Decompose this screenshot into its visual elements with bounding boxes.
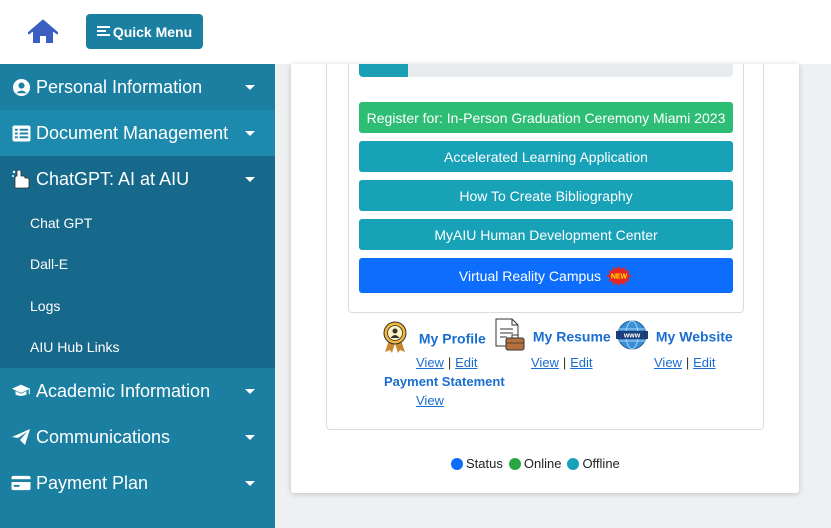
my-resume-block: My Resume [493,318,611,355]
caret-down-icon [245,481,255,486]
payment-statement-block: Payment Statement [384,373,505,389]
human-development-button[interactable]: MyAIU Human Development Center [359,219,733,250]
graduation-cap-icon [11,381,31,401]
caret-down-icon [245,131,255,136]
quick-menu-button[interactable]: Quick Menu [86,14,203,49]
sidebar-submenu: Chat GPT Dall-E Logs AIU Hub Links [0,202,275,368]
resume-edit-link[interactable]: Edit [570,355,592,370]
profile-view-link[interactable]: View [416,355,444,370]
sidebar-subitem-aiu-hub-links[interactable]: AIU Hub Links [0,327,275,369]
accelerated-learning-button[interactable]: Accelerated Learning Application [359,141,733,172]
sidebar-item-label: Payment Plan [36,472,149,493]
register-graduation-button[interactable]: Register for: In-Person Graduation Cerem… [359,102,733,133]
ai-hand-icon [11,169,31,189]
resume-view-link[interactable]: View [531,355,559,370]
legend-offline: Offline [567,456,620,471]
caret-down-icon [245,85,255,90]
bibliography-button[interactable]: How To Create Bibliography [359,180,733,211]
new-badge-icon: NEW [605,265,633,287]
my-website-title[interactable]: My Website [656,329,733,345]
profile-edit-link[interactable]: Edit [455,355,477,370]
sidebar-item-document-management[interactable]: Document Management [0,110,275,156]
my-website-block: www My Website [616,320,733,353]
sidebar-item-label: ChatGPT: AI at AIU [36,168,190,189]
legend-label: Online [523,456,562,471]
svg-text:www: www [623,333,641,340]
sidebar-subitem-logs[interactable]: Logs [0,285,275,327]
my-resume-actions: View | Edit [531,354,593,370]
legend-label: Status [466,456,503,471]
website-view-link[interactable]: View [654,355,682,370]
my-website-actions: View | Edit [654,354,716,370]
my-profile-actions: View | Edit [416,354,478,370]
sidebar-item-academic-information[interactable]: Academic Information [0,368,275,414]
sidebar-subitem-chat-gpt[interactable]: Chat GPT [0,202,275,244]
sidebar-subitem-dall-e[interactable]: Dall-E [0,244,275,286]
paper-plane-icon [11,427,31,447]
virtual-reality-campus-button[interactable]: Virtual Reality Campus NEW [359,258,733,293]
globe-www-icon: www [616,320,648,353]
my-profile-title[interactable]: My Profile [419,331,486,347]
caret-down-icon [245,389,255,394]
home-icon[interactable] [27,18,59,46]
payment-statement-title[interactable]: Payment Statement [384,374,505,389]
user-circle-icon [11,77,31,97]
status-dot-icon [451,458,463,470]
my-profile-block: My Profile [381,320,486,357]
quick-menu-label: Quick Menu [112,23,193,40]
menu-bars-icon [96,26,110,37]
payment-view-link[interactable]: View [416,393,444,408]
sidebar-item-personal-information[interactable]: Personal Information [0,64,275,110]
legend-status: Status [451,456,503,471]
separator: | [562,355,567,370]
payment-statement-actions: View [416,392,444,408]
list-icon [11,123,31,143]
sidebar-item-label: Personal Information [36,76,203,97]
online-dot-icon [508,458,521,470]
credit-card-icon [11,473,31,493]
sidebar-item-label: Academic Information [36,380,211,401]
sidebar-item-chatgpt[interactable]: ChatGPT: AI at AIU [0,156,275,202]
progress-bar [359,64,733,77]
award-medal-icon [381,320,409,357]
offline-dot-icon [567,458,580,470]
sidebar: Personal Information Document Management… [0,64,275,528]
my-resume-title[interactable]: My Resume [533,329,611,345]
legend-label: Offline [582,456,620,471]
actions-panel: Register for: In-Person Graduation Cerem… [348,64,744,313]
sidebar-item-label: Document Management [36,122,229,143]
legend-online: Online [508,456,562,471]
status-legend: Status Online Offline [451,456,620,471]
virtual-reality-label: Virtual Reality Campus [458,267,602,284]
sidebar-item-label: Communications [36,426,171,447]
separator: | [685,355,690,370]
resume-document-icon [493,318,525,355]
sidebar-item-payment-plan[interactable]: Payment Plan [0,460,275,506]
separator: | [447,355,452,370]
website-edit-link[interactable]: Edit [693,355,715,370]
caret-down-icon [245,177,255,182]
progress-bar-fill [359,64,408,77]
top-bar: Quick Menu [0,0,831,64]
sidebar-item-communications[interactable]: Communications [0,414,275,460]
svg-text:NEW: NEW [611,273,628,280]
dashboard-card: Register for: In-Person Graduation Cerem… [291,64,799,493]
caret-down-icon [245,435,255,440]
links-panel: Register for: In-Person Graduation Cerem… [326,64,764,430]
